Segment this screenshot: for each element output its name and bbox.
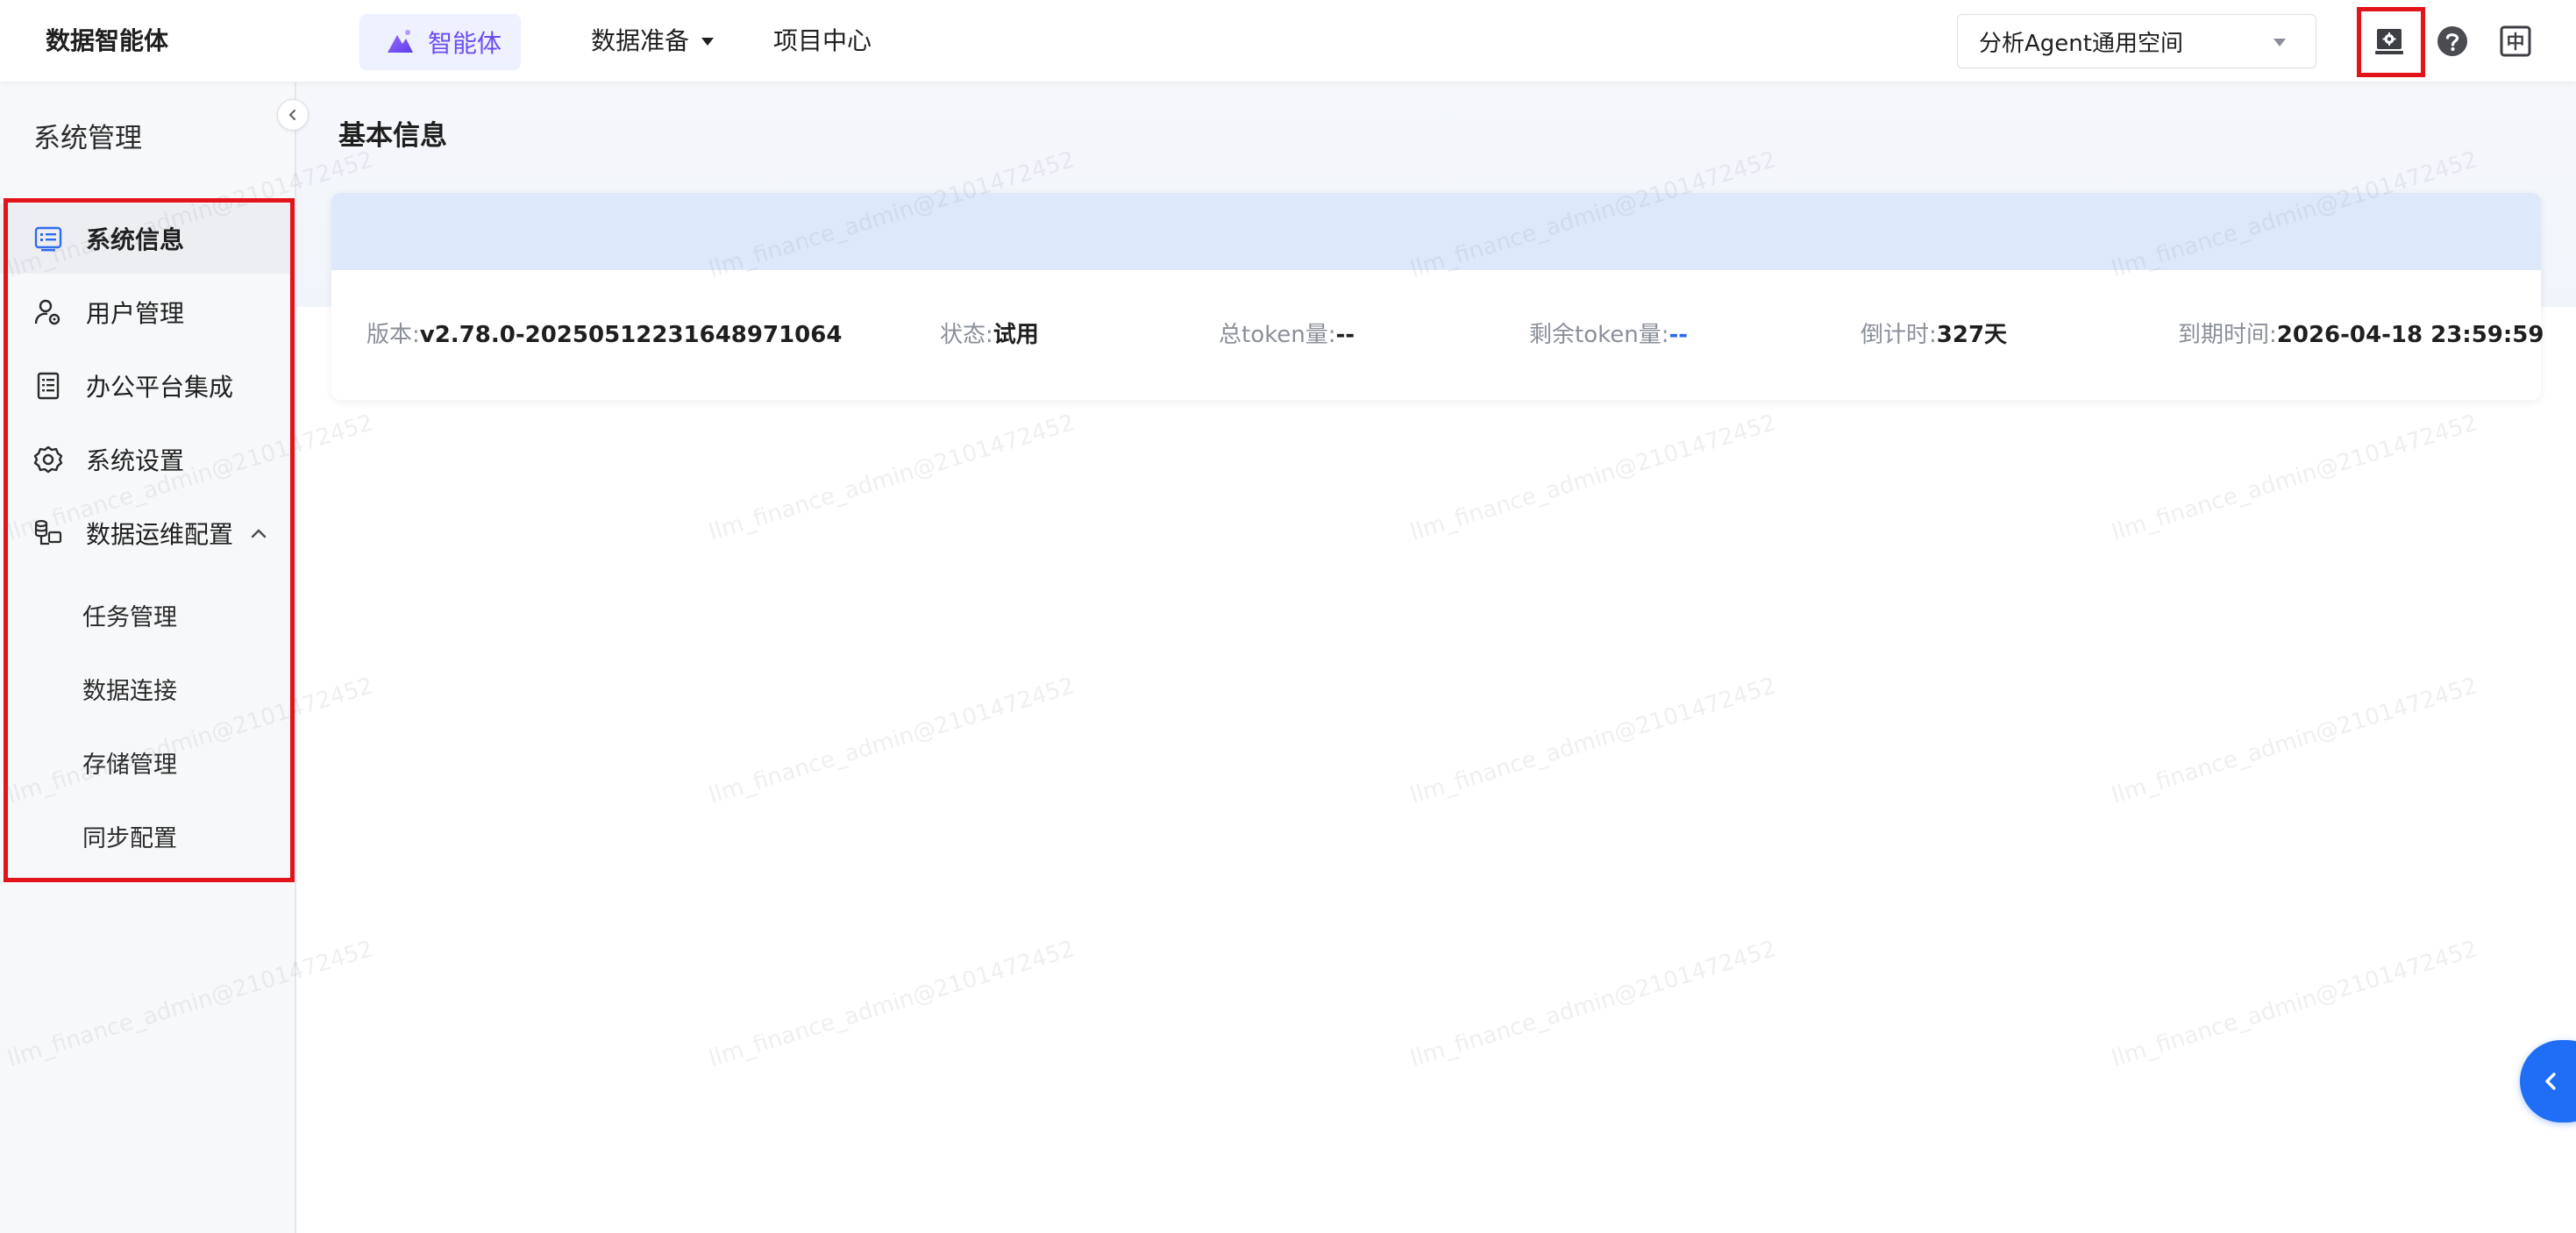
nav-project-center-label: 项目中心: [773, 26, 872, 55]
sidebar-subitem-label: 存储管理: [82, 751, 177, 779]
page-title: 基本信息: [338, 120, 447, 152]
sidebar-subitem-task-management[interactable]: 任务管理: [0, 582, 295, 647]
sidebar-item-label: 系统设置: [86, 446, 185, 475]
expire-label: 到期时间:: [2178, 322, 2277, 348]
expire-value: 2026-04-18 23:59:59: [2276, 322, 2544, 348]
top-navbar: 数据智能体 智能体 数据准备 项目中心 分析Agent通用空间 中: [0, 0, 2576, 82]
nav-tab-agent[interactable]: 智能体: [359, 14, 521, 70]
sidebar-title: 系统管理: [33, 123, 142, 154]
sidebar-item-data-ops-config[interactable]: 数据运维配置: [0, 498, 295, 568]
nav-tab-agent-label: 智能体: [428, 29, 502, 58]
sidebar-item-label: 办公平台集成: [86, 373, 234, 402]
language-icon[interactable]: 中: [2499, 25, 2532, 58]
chevron-up-icon: [251, 529, 267, 538]
workspace-select[interactable]: 分析Agent通用空间: [1957, 14, 2316, 68]
countdown-field: 倒计时:327天: [1861, 319, 2007, 351]
version-field: 版本:v2.78.0-20250512231648971064: [366, 319, 842, 351]
language-glyph: 中: [2507, 32, 2525, 53]
sidebar-item-label: 用户管理: [86, 299, 185, 328]
total-token-value: --: [1335, 322, 1356, 348]
chevron-left-icon: [2545, 1073, 2556, 1090]
data-ops-icon: [34, 519, 62, 545]
user-manage-icon: [34, 299, 60, 325]
main-content: 基本信息 版本:v2.78.0-20250512231648971064 状态:…: [296, 82, 2576, 1233]
chevron-left-icon: [288, 110, 295, 120]
nav-project-center[interactable]: 项目中心: [773, 25, 872, 58]
workspace-select-value: 分析Agent通用空间: [1979, 30, 2183, 57]
sidebar-collapse-button[interactable]: [277, 99, 309, 131]
sidebar-subitem-label: 同步配置: [82, 824, 177, 852]
version-value: v2.78.0-20250512231648971064: [419, 322, 843, 348]
office-integration-icon: [37, 372, 60, 400]
sidebar-item-system-settings[interactable]: 系统设置: [0, 424, 295, 495]
remaining-token-field: 剩余token量:--: [1529, 319, 1688, 351]
agent-logo-icon: [388, 30, 413, 53]
total-token-label: 总token量:: [1219, 322, 1336, 348]
caret-down-icon: [701, 37, 715, 46]
sidebar-item-office-integration[interactable]: 办公平台集成: [0, 351, 295, 421]
sidebar-subitem-sync-config[interactable]: 同步配置: [0, 803, 295, 868]
sidebar-subitem-label: 任务管理: [82, 603, 177, 631]
help-icon[interactable]: [2436, 25, 2469, 58]
remaining-token-label: 剩余token量:: [1529, 322, 1669, 348]
admin-settings-icon[interactable]: [2373, 25, 2406, 58]
sidebar-item-system-info[interactable]: 系统信息: [0, 203, 295, 274]
sidebar-item-label: 系统信息: [86, 225, 185, 254]
status-field: 状态:试用: [940, 319, 1039, 351]
countdown-label: 倒计时:: [1861, 322, 1937, 348]
version-label: 版本:: [366, 322, 420, 348]
sidebar-item-label: 数据运维配置: [86, 520, 234, 549]
expire-field: 到期时间:2026-04-18 23:59:59: [2178, 319, 2544, 351]
app-brand: 数据智能体: [46, 26, 169, 55]
nav-data-prep-dropdown[interactable]: 数据准备: [591, 25, 715, 58]
sidebar-item-user-management[interactable]: 用户管理: [0, 277, 295, 347]
sidebar-subitem-data-connection[interactable]: 数据连接: [0, 656, 295, 721]
sidebar: 系统管理 系统信息 用户管理 办公平台集成 系统设置 数据运维配置 任务管理 数…: [0, 82, 296, 1233]
sidebar-subitem-label: 数据连接: [82, 677, 177, 705]
countdown-value: 327天: [1936, 322, 2008, 348]
chevron-down-icon: [2274, 39, 2286, 46]
total-token-field: 总token量:--: [1219, 319, 1355, 351]
nav-data-prep-label: 数据准备: [591, 26, 690, 55]
sidebar-subitem-storage-management[interactable]: 存储管理: [0, 730, 295, 795]
system-info-icon: [34, 226, 62, 252]
remaining-token-value[interactable]: --: [1669, 322, 1688, 348]
basic-info-card: [331, 193, 2541, 400]
gear-icon: [33, 445, 63, 474]
status-value: 试用: [993, 322, 1039, 348]
status-label: 状态:: [940, 322, 993, 348]
card-header-strip: [331, 193, 2541, 270]
